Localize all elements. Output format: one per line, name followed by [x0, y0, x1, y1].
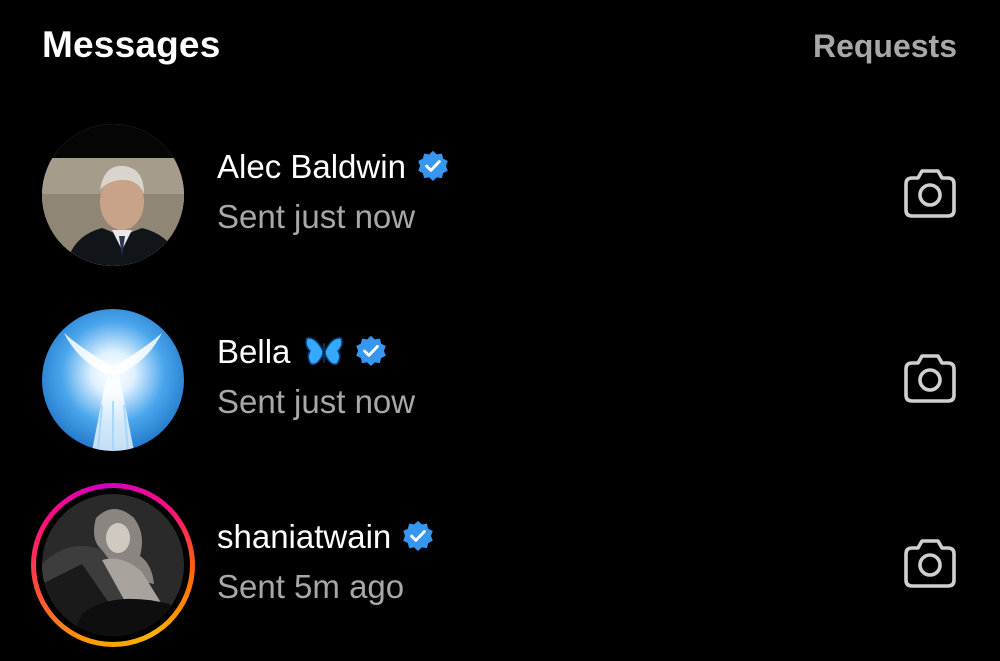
- thread-status: Sent just now: [217, 198, 416, 235]
- thread-name: Alec Baldwin: [217, 148, 406, 185]
- avatar: [42, 309, 184, 451]
- verified-badge-icon: [354, 335, 388, 369]
- avatar: [42, 494, 184, 636]
- thread-name-row: Alec Baldwin: [217, 145, 450, 189]
- thread-name: Bella: [217, 333, 291, 370]
- thread-name-row: Bella: [217, 330, 388, 374]
- thread-status: Sent 5m ago: [217, 568, 405, 605]
- page-title: Messages: [42, 24, 221, 65]
- butterfly-emoji: [304, 335, 344, 369]
- camera-icon[interactable]: [900, 351, 960, 407]
- verified-badge-icon: [401, 520, 435, 554]
- camera-icon[interactable]: [900, 166, 960, 222]
- message-thread-bella[interactable]: Bella Sent just now: [0, 295, 1000, 465]
- camera-icon[interactable]: [900, 536, 960, 592]
- thread-status: Sent just now: [217, 383, 416, 420]
- avatar: [42, 124, 184, 266]
- messages-header: Messages Requests: [0, 0, 1000, 100]
- verified-badge-icon: [416, 150, 450, 184]
- message-thread-shaniatwain[interactable]: shaniatwain Sent 5m ago: [0, 480, 1000, 650]
- thread-name: shaniatwain: [217, 518, 392, 555]
- thread-name-row: shaniatwain: [217, 515, 435, 559]
- message-thread-alec-baldwin[interactable]: Alec Baldwin Sent just now: [0, 110, 1000, 280]
- requests-link[interactable]: Requests: [813, 28, 957, 65]
